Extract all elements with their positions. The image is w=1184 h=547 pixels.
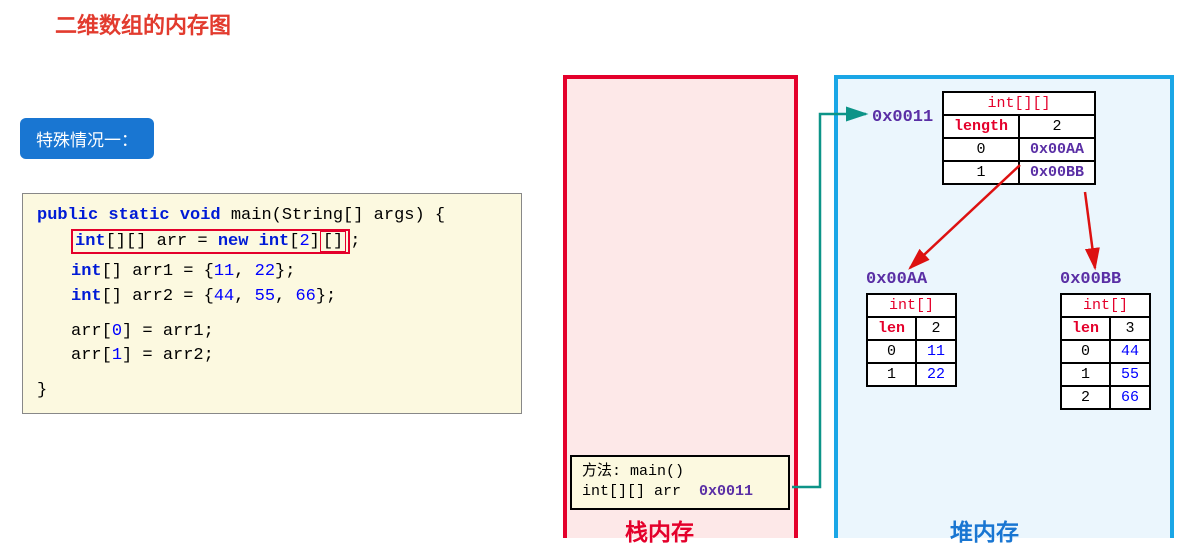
arrA-len: 2 (916, 317, 956, 340)
arrB-table: int[] len3 044 155 266 (1060, 293, 1151, 410)
arrA-idx-0: 0 (867, 340, 916, 363)
outer-addr: 0x0011 (872, 108, 933, 127)
code-line-2: int[][] arr = new int[2][]; (37, 229, 507, 255)
outer-type: int[][] (943, 92, 1095, 115)
arrA-addr: 0x00AA (866, 270, 927, 289)
code-line-4: int[] arr2 = {44, 55, 66}; (37, 285, 507, 310)
outer-len-label: length (943, 115, 1019, 138)
stack-label: 栈内存 (625, 513, 694, 547)
arrA-idx-1: 1 (867, 363, 916, 386)
code-line-3: int[] arr1 = {11, 22}; (37, 260, 507, 285)
code-line-5: arr[0] = arr1; (37, 320, 507, 345)
page-title: 二维数组的内存图 (55, 8, 231, 40)
arrA-table: int[] len2 011 122 (866, 293, 957, 387)
code-line-7: } (37, 379, 507, 404)
code-line-6: arr[1] = arr2; (37, 344, 507, 369)
outer-idx-1: 1 (943, 161, 1019, 184)
frame-var: int[][] arr 0x0011 (582, 482, 778, 502)
outer-val-0: 0x00AA (1019, 138, 1095, 161)
arrA-type: int[] (867, 294, 956, 317)
outer-idx-0: 0 (943, 138, 1019, 161)
stack-frame: 方法: main() int[][] arr 0x0011 (570, 455, 790, 510)
code-box: public static void main(String[] args) {… (22, 193, 522, 414)
outer-val-1: 0x00BB (1019, 161, 1095, 184)
arrB-val-2: 66 (1110, 386, 1150, 409)
scenario-badge: 特殊情况一： (20, 118, 154, 159)
arrA-val-1: 22 (916, 363, 956, 386)
arrB-val-0: 44 (1110, 340, 1150, 363)
arrB-len: 3 (1110, 317, 1150, 340)
arrB-idx-2: 2 (1061, 386, 1110, 409)
arrB-val-1: 55 (1110, 363, 1150, 386)
arrB-idx-0: 0 (1061, 340, 1110, 363)
outer-array-table: int[][] length2 00x00AA 10x00BB (942, 91, 1096, 185)
arrB-len-label: len (1061, 317, 1110, 340)
heap-label: 堆内存 (950, 513, 1019, 547)
arrB-idx-1: 1 (1061, 363, 1110, 386)
code-line-1: public static void main(String[] args) { (37, 204, 507, 229)
frame-method: 方法: main() (582, 462, 778, 482)
outer-len: 2 (1019, 115, 1095, 138)
arrA-val-0: 11 (916, 340, 956, 363)
arrB-type: int[] (1061, 294, 1150, 317)
arrA-len-label: len (867, 317, 916, 340)
arrB-addr: 0x00BB (1060, 270, 1121, 289)
